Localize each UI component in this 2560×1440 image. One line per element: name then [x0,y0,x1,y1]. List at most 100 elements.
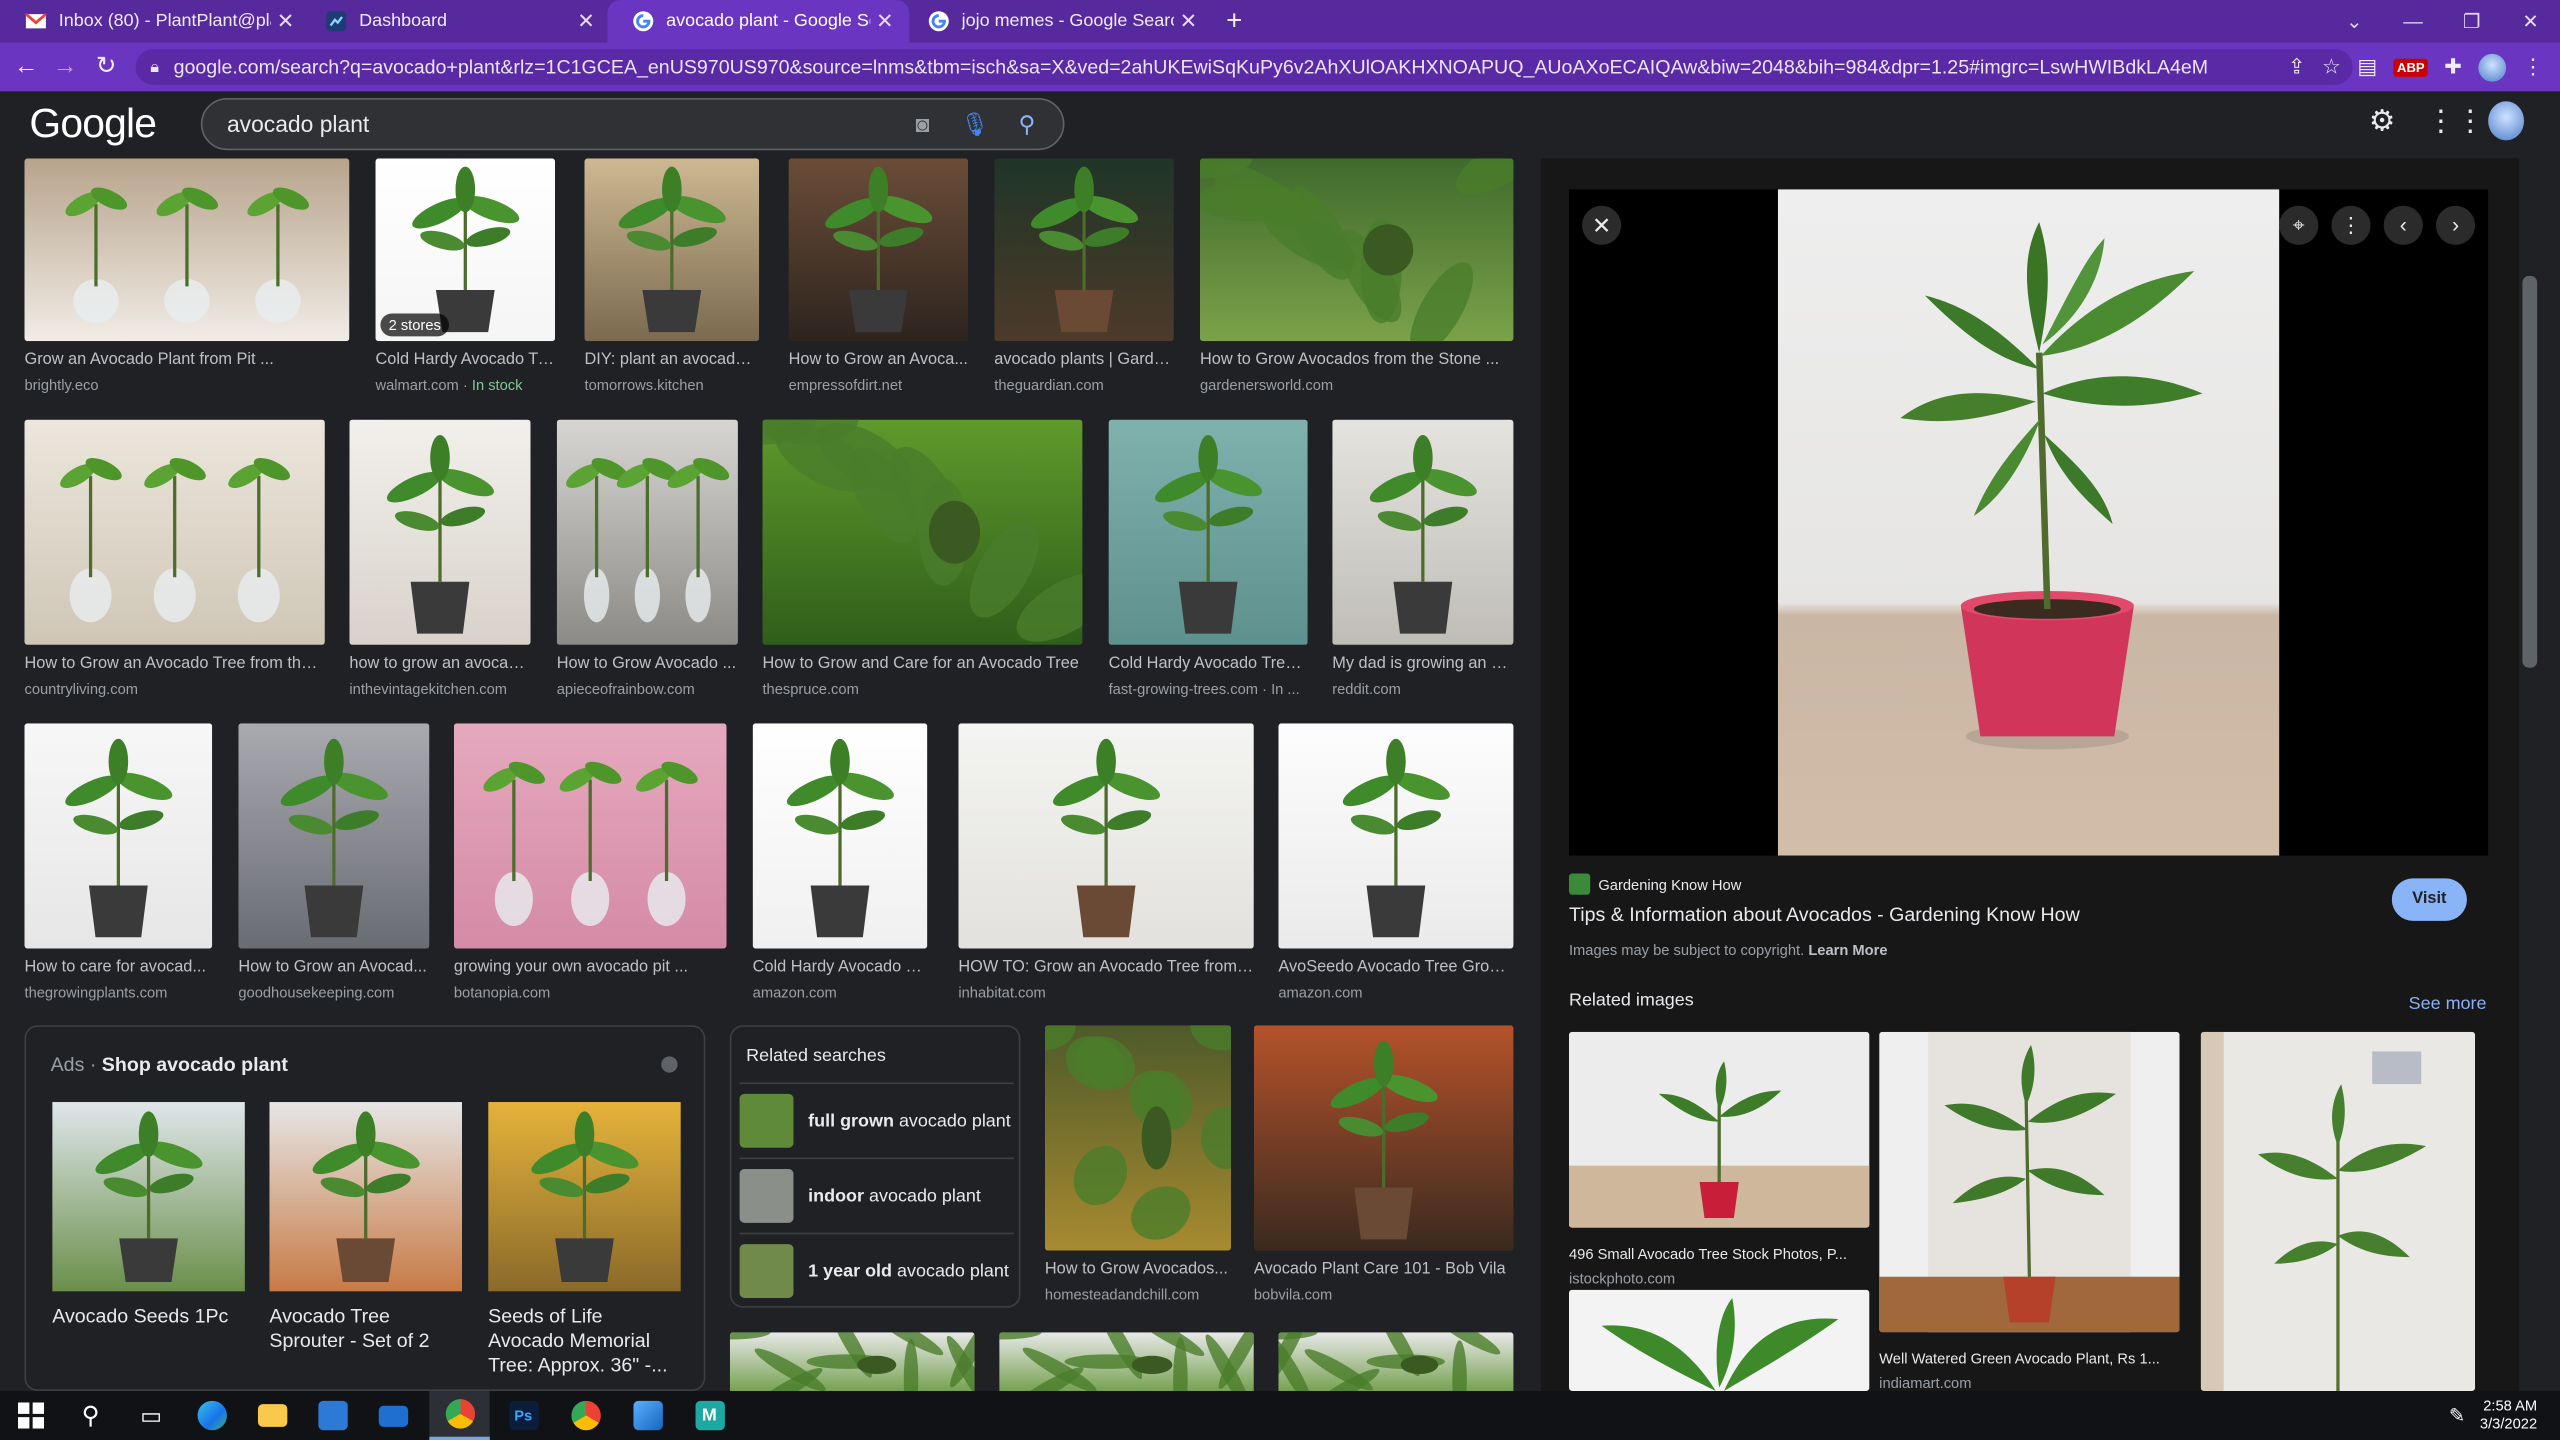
see-more-link[interactable]: See more [2409,994,2487,1014]
image-result[interactable]: HOW TO: Grow an Avocado Tree from S... in… [958,723,1254,1001]
photoshop-icon[interactable]: Ps [493,1391,553,1440]
result-thumbnail[interactable] [1044,1025,1232,1251]
result-thumbnail[interactable] [994,158,1174,342]
result-title[interactable]: Avocado Plant Care 101 - Bob Vila [1254,1260,1514,1278]
ad-product-title[interactable]: Avocado Tree Sprouter - Set of 2 [269,1304,462,1353]
result-title[interactable]: How to Grow an Avocado Tree from the ... [24,655,324,673]
ad-product-card[interactable]: Avocado Tree Sprouter - Set of 2 [269,1102,463,1353]
result-thumbnail[interactable] [1332,419,1514,645]
image-result[interactable] [1278,1332,1514,1392]
tab-jojo-search[interactable]: jojo memes - Google Search ✕ [903,0,1213,42]
tab-avocado-search[interactable]: avocado plant - Google Search ✕ [607,0,910,43]
image-result[interactable]: AvoSeedo Avocado Tree Growi... amazon.com [1278,723,1514,1001]
result-title[interactable]: How to Grow an Avocad... [238,958,429,976]
preview-title[interactable]: Tips & Information about Avocados - Gard… [1569,903,2080,926]
result-title[interactable]: My dad is growing an a... [1332,655,1513,673]
close-tab-icon[interactable]: ✕ [1174,8,1203,34]
camera-search-icon[interactable]: ◙ [896,111,948,137]
share-icon[interactable]: ⇪ [2288,54,2306,80]
image-result[interactable]: How to Grow an Avocado Tree from the ...… [24,419,325,697]
scrollbar-thumb[interactable] [2522,275,2538,668]
edge-icon[interactable] [181,1391,241,1440]
result-thumbnail[interactable] [999,1332,1254,1392]
result-thumbnail[interactable] [1278,1332,1514,1392]
result-thumbnail[interactable] [1253,1025,1514,1251]
close-window-icon[interactable]: ✕ [2501,10,2560,33]
result-title[interactable]: Cold Hardy Avocado Tree... [1109,655,1308,673]
result-title[interactable]: Grow an Avocado Plant from Pit ... [24,351,349,369]
visit-button[interactable]: Visit [2391,878,2467,921]
result-title[interactable]: DIY: plant an avocado t... [584,351,759,369]
related-image-item[interactable]: Well Watered Green Avocado Plant, Rs 1..… [1879,1031,2180,1391]
image-result[interactable]: Cold Hardy Avocado Tr... amazon.com [752,723,928,1001]
related-search-item[interactable]: full grown avocado plant [739,1082,1014,1157]
apps-grid-icon[interactable]: ⋮⋮ [2426,104,2485,138]
result-title[interactable]: Cold Hardy Avocado Tr... [753,958,928,976]
image-result[interactable]: Cold Hardy Avocado Tree... fast-growing-t… [1108,419,1308,697]
result-thumbnail[interactable] [24,158,350,342]
image-result[interactable]: How to Grow Avocados from the Stone ... g… [1199,158,1514,393]
minimize-icon[interactable]: — [2384,10,2443,33]
reading-list-icon[interactable]: ▤ [2357,54,2377,80]
ad-product-title[interactable]: Avocado Seeds 1Pc [52,1304,245,1328]
image-result[interactable]: How to Grow Avocado ... apieceofrainbow.c… [556,419,738,697]
result-thumbnail[interactable] [453,723,727,949]
app-m-icon[interactable]: M [679,1391,739,1440]
result-thumbnail[interactable] [24,723,213,949]
result-thumbnail[interactable] [762,419,1083,645]
result-thumbnail[interactable] [584,158,760,342]
result-thumbnail[interactable] [1199,158,1514,342]
search-icon[interactable]: ⚲ [1001,110,1053,138]
google-logo[interactable]: Google [29,101,157,148]
preview-image[interactable] [1777,189,2280,856]
image-result[interactable]: Avocado Plant Care 101 - Bob Vila bobvila… [1253,1025,1514,1303]
image-result[interactable] [999,1332,1254,1392]
result-title[interactable]: How to Grow and Care for an Avocado Tree [762,655,1082,673]
close-tab-icon[interactable]: ✕ [870,8,899,34]
search-icon[interactable]: ⚲ [60,1391,120,1440]
restore-icon[interactable]: ❐ [2442,10,2501,33]
image-result[interactable]: DIY: plant an avocado t... tomorrows.kitc… [584,158,760,393]
task-view-icon[interactable]: ▭ [121,1391,181,1440]
tab-dashboard[interactable]: Dashboard ✕ [300,0,610,42]
store-icon[interactable] [302,1391,362,1440]
image-result[interactable]: How to Grow an Avoca... empressofdirt.net [788,158,969,393]
ad-product-title[interactable]: Seeds of Life Avocado Memorial Tree: App… [488,1304,681,1377]
result-thumbnail[interactable] [238,723,430,949]
result-title[interactable]: AvoSeedo Avocado Tree Growi... [1278,958,1513,976]
result-title[interactable]: Cold Hardy Avocado Tr... [376,351,556,369]
result-title[interactable]: How to Grow Avocados from the Stone ... [1200,351,1513,369]
result-thumbnail[interactable] [752,723,928,949]
forward-icon[interactable]: → [46,42,85,91]
related-search-item[interactable]: 1 year old avocado plant [739,1232,1014,1308]
result-thumbnail[interactable] [24,419,325,645]
info-icon[interactable] [661,1056,678,1073]
image-result[interactable]: How to Grow and Care for an Avocado Tree… [762,419,1083,697]
result-thumbnail[interactable] [788,158,969,342]
previous-image-icon[interactable]: ‹ [2383,205,2423,245]
result-title[interactable]: How to Grow Avocados... [1045,1260,1231,1278]
image-result[interactable] [729,1332,975,1392]
ad-product-card[interactable]: Seeds of Life Avocado Memorial Tree: App… [488,1102,681,1378]
learn-more-link[interactable]: Learn More [1808,942,1887,958]
profile-avatar-icon[interactable] [2478,53,2507,81]
related-image-item[interactable]: 496 Small Avocado Tree Stock Photos, P..… [1568,1031,1870,1287]
image-result[interactable]: avocado plants | Garde... theguardian.com [994,158,1174,393]
ad-product-card[interactable]: Avocado Seeds 1Pc [52,1102,245,1329]
result-title[interactable]: how to grow an avocad... [349,655,530,673]
result-title[interactable]: growing your own avocado pit ... [454,958,727,976]
panel-scrollbar[interactable] [2519,158,2541,1392]
tab-search-icon[interactable]: ⌄ [2325,10,2384,33]
image-result[interactable]: how to grow an avocad... inthevintagekitc… [349,419,531,697]
result-thumbnail[interactable]: 2 stores [375,158,556,342]
tab-inbox[interactable]: Inbox (80) - PlantPlant@plant.c ✕ [0,0,310,42]
related-search-item[interactable]: indoor avocado plant [739,1157,1014,1233]
result-title[interactable]: HOW TO: Grow an Avocado Tree from S... [958,958,1254,976]
start-button[interactable] [0,1391,60,1440]
result-title[interactable]: How to care for avocad... [24,958,212,976]
image-result[interactable]: How to Grow Avocados... homesteadandchill… [1044,1025,1232,1303]
chrome-alt-icon[interactable] [555,1391,615,1440]
bookmark-star-icon[interactable]: ☆ [2322,54,2341,80]
chrome-menu-icon[interactable]: ⋮ [2522,54,2543,80]
pen-icon[interactable]: ✎ [2449,1404,2465,1427]
